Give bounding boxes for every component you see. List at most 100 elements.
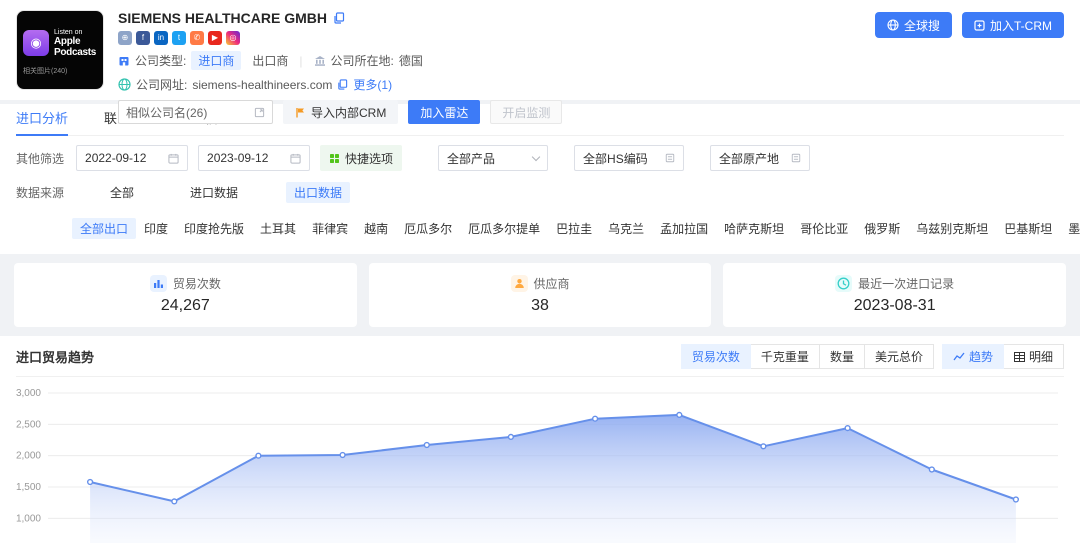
svg-text:2,500: 2,500 [16, 419, 41, 430]
company-name: SIEMENS HEALTHCARE GMBH [118, 10, 327, 26]
country-全部出口[interactable]: 全部出口 [72, 218, 136, 239]
svg-text:1,500: 1,500 [16, 482, 41, 493]
country-巴基斯坦[interactable]: 巴基斯坦 [996, 218, 1060, 239]
source-option-进口数据[interactable]: 进口数据 [182, 182, 246, 203]
badge-brand: Apple Podcasts [54, 36, 97, 58]
date-to-value: 2023-09-12 [207, 151, 268, 165]
country-俄罗斯[interactable]: 俄罗斯 [856, 218, 908, 239]
quick-options-label: 快捷选项 [345, 150, 393, 167]
instagram-icon[interactable]: ◎ [226, 31, 240, 45]
twitter-icon[interactable]: t [172, 31, 186, 45]
logo-caption: 相关图片(240) [23, 66, 97, 76]
supplier-icon [511, 275, 528, 292]
svg-text:1,000: 1,000 [16, 513, 41, 524]
global-search-button[interactable]: 全球搜 [875, 12, 952, 38]
stat-card-贸易次数: 贸易次数24,267 [14, 263, 357, 327]
website-globe-icon [118, 78, 131, 91]
company-type-importer[interactable]: 进口商 [191, 51, 241, 70]
country-哥伦比亚[interactable]: 哥伦比亚 [792, 218, 856, 239]
metric-button-数量[interactable]: 数量 [820, 344, 865, 369]
facebook-icon[interactable]: f [136, 31, 150, 45]
bar-chart-icon [150, 275, 167, 292]
podcasts-badge: ◉ Listen on Apple Podcasts [23, 29, 97, 58]
stat-card-供应商: 供应商38 [369, 263, 712, 327]
view-button-明细[interactable]: 明细 [1004, 344, 1064, 369]
start-monitor-label: 开启监测 [502, 104, 550, 121]
join-radar-label: 加入雷达 [420, 104, 468, 121]
company-type-icon [118, 55, 130, 67]
import-crm-label: 导入内部CRM [311, 104, 386, 121]
country-哈萨克斯坦[interactable]: 哈萨克斯坦 [716, 218, 792, 239]
trend-area-chart: 05001,0001,5002,0002,5003,0002022-092022… [16, 381, 1064, 543]
location-value: 德国 [399, 52, 423, 69]
origin-select[interactable]: 全部原产地 [710, 145, 810, 171]
chart-title: 进口贸易趋势 [16, 347, 94, 366]
company-type-label: 公司类型: [135, 52, 186, 69]
website-value[interactable]: siemens-healthineers.com [192, 78, 332, 92]
metric-button-贸易次数[interactable]: 贸易次数 [681, 344, 751, 369]
date-from-picker[interactable]: 2022-09-12 [76, 145, 188, 171]
list-select-icon [665, 153, 675, 163]
country-乌兹别克斯坦[interactable]: 乌兹别克斯坦 [908, 218, 996, 239]
clock-icon [835, 275, 852, 292]
source-option-出口数据[interactable]: 出口数据 [286, 182, 350, 203]
date-to-picker[interactable]: 2023-09-12 [198, 145, 310, 171]
chart-controls: 贸易次数千克重量数量美元总价 趋势 明细 [681, 344, 1064, 369]
country-巴拉圭[interactable]: 巴拉圭 [548, 218, 600, 239]
similar-companies-input[interactable]: 相似公司名(26) [118, 100, 273, 124]
more-link[interactable]: 更多(1) [353, 76, 392, 93]
globe-icon [887, 19, 899, 31]
other-filter-label: 其他筛选 [16, 150, 64, 167]
website-icon[interactable]: ⊕ [118, 31, 132, 45]
metric-button-千克重量[interactable]: 千克重量 [751, 344, 820, 369]
country-越南[interactable]: 越南 [356, 218, 396, 239]
country-菲律宾[interactable]: 菲律宾 [304, 218, 356, 239]
view-button-label: 趋势 [969, 348, 993, 365]
quick-options-button[interactable]: 快捷选项 [320, 145, 402, 171]
badge-listen-on: Listen on [54, 29, 97, 36]
country-印度抢先版[interactable]: 印度抢先版 [176, 218, 252, 239]
stat-value: 2023-08-31 [854, 297, 936, 315]
youtube-icon[interactable]: ▶ [208, 31, 222, 45]
phone-icon[interactable]: ✆ [190, 31, 204, 45]
flag-icon [295, 107, 306, 118]
product-select[interactable]: 全部产品 [438, 145, 548, 171]
import-crm-button[interactable]: 导入内部CRM [283, 100, 398, 124]
join-tcrm-button[interactable]: 加入T-CRM [962, 12, 1064, 38]
country-厄瓜多尔提单[interactable]: 厄瓜多尔提单 [460, 218, 548, 239]
company-type-exporter[interactable]: 出口商 [252, 52, 288, 69]
hs-code-select[interactable]: 全部HS编码 [574, 145, 684, 171]
company-header: 全球搜 加入T-CRM ◉ Listen on Apple Podcasts 相… [0, 0, 1080, 100]
view-button-label: 明细 [1029, 348, 1053, 365]
country-厄瓜多尔[interactable]: 厄瓜多尔 [396, 218, 460, 239]
similar-companies-value: 相似公司名(26) [126, 104, 207, 121]
view-button-group: 趋势 明细 [942, 344, 1064, 369]
metric-button-美元总价[interactable]: 美元总价 [865, 344, 934, 369]
origin-value: 全部原产地 [719, 150, 779, 167]
country-印度[interactable]: 印度 [136, 218, 176, 239]
country-墨西哥海运[interactable]: 墨西哥海运 [1060, 218, 1080, 239]
hs-code-value: 全部HS编码 [583, 150, 648, 167]
start-monitor-button[interactable]: 开启监测 [490, 100, 562, 124]
join-radar-button[interactable]: 加入雷达 [408, 100, 480, 124]
country-孟加拉国[interactable]: 孟加拉国 [652, 218, 716, 239]
copy-website-icon[interactable] [337, 79, 348, 90]
country-乌克兰[interactable]: 乌克兰 [600, 218, 652, 239]
podcasts-app-icon: ◉ [23, 30, 49, 56]
stat-label: 贸易次数 [173, 275, 221, 292]
linkedin-icon[interactable]: in [154, 31, 168, 45]
data-source-options: 全部 进口数据 出口数据 [102, 182, 350, 203]
source-option-全部[interactable]: 全部 [102, 182, 142, 203]
global-search-label: 全球搜 [904, 17, 940, 34]
svg-text:3,000: 3,000 [16, 388, 41, 399]
calendar-icon [168, 153, 179, 164]
location-label: 公司所在地: [331, 52, 394, 69]
chevron-down-icon [532, 152, 540, 160]
location-icon [314, 55, 326, 67]
country-list: 全部出口印度印度抢先版土耳其菲律宾越南厄瓜多尔厄瓜多尔提单巴拉圭乌克兰孟加拉国哈… [16, 218, 1080, 239]
product-select-value: 全部产品 [447, 150, 495, 167]
copy-company-name-icon[interactable] [333, 12, 345, 24]
view-button-趋势[interactable]: 趋势 [942, 344, 1004, 369]
page: 全球搜 加入T-CRM ◉ Listen on Apple Podcasts 相… [0, 0, 1080, 543]
country-土耳其[interactable]: 土耳其 [252, 218, 304, 239]
